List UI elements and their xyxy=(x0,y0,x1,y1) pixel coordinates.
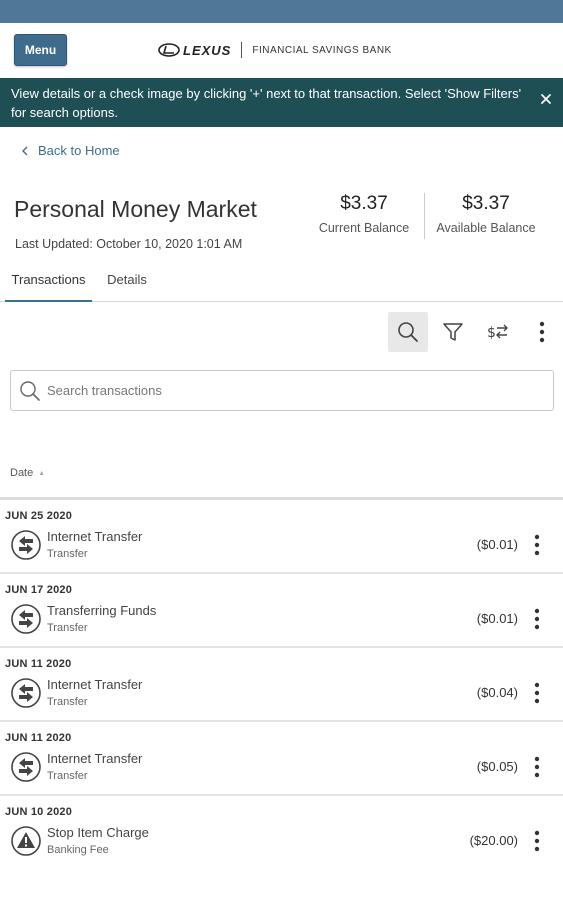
transaction-more-button[interactable] xyxy=(529,830,545,852)
svg-text:$: $ xyxy=(487,325,496,341)
transaction-more-button[interactable] xyxy=(529,534,545,556)
transaction-name: Stop Item Charge xyxy=(47,825,149,840)
account-tabs: Transactions Details xyxy=(0,268,563,302)
current-balance: $3.37 Current Balance xyxy=(310,193,418,235)
chevron-left-icon xyxy=(22,146,28,155)
transaction-date: JUN 10 2020 xyxy=(5,806,73,818)
transaction-date: JUN 11 2020 xyxy=(5,732,72,744)
current-balance-amount: $3.37 xyxy=(340,193,388,214)
brand: LEXUS FINANCIAL SAVINGS BANK xyxy=(158,40,392,60)
transaction-amount: ($0.05) xyxy=(476,759,518,774)
current-balance-label: Current Balance xyxy=(318,221,410,235)
back-to-home-link[interactable]: Back to Home xyxy=(20,143,120,158)
banner-message: View details or a check image by clickin… xyxy=(11,86,522,120)
lexus-emblem-icon xyxy=(158,43,180,57)
top-status-bar xyxy=(0,0,563,23)
transaction-type: Transfer xyxy=(47,696,88,708)
dollar-exchange-icon: $ xyxy=(487,324,508,341)
transaction-date: JUN 17 2020 xyxy=(5,584,73,596)
balance-divider xyxy=(424,193,425,239)
more-options-button[interactable] xyxy=(522,312,562,352)
filter-button[interactable] xyxy=(433,312,473,352)
date-column-label: Date xyxy=(10,467,34,479)
more-vertical-icon xyxy=(539,321,545,343)
transaction-type: Transfer xyxy=(47,548,88,560)
more-vertical-icon xyxy=(534,830,540,852)
transaction-row[interactable]: JUN 10 2020 Stop Item Charge Banking Fee… xyxy=(0,796,563,870)
transaction-name: Internet Transfer xyxy=(47,677,143,692)
close-icon[interactable] xyxy=(539,92,553,106)
more-vertical-icon xyxy=(534,534,540,556)
brand-bank-name: FINANCIAL SAVINGS BANK xyxy=(252,44,392,56)
search-field-icon xyxy=(20,380,40,401)
tab-transactions[interactable]: Transactions xyxy=(5,268,92,302)
available-balance-label: Available Balance xyxy=(436,221,536,235)
search-icon xyxy=(398,322,418,342)
account-title: Personal Money Market xyxy=(14,196,257,222)
brand-divider xyxy=(241,42,243,58)
transaction-row[interactable]: JUN 17 2020 Transferring Funds Transfer … xyxy=(0,574,563,648)
sort-indicator-icon: ▲ xyxy=(38,469,46,477)
more-vertical-icon xyxy=(534,756,540,778)
transaction-row[interactable]: JUN 25 2020 Internet Transfer Transfer (… xyxy=(0,500,563,574)
transfer-icon xyxy=(11,604,41,634)
search-toggle-button[interactable] xyxy=(388,312,428,352)
available-balance: $3.37 Available Balance xyxy=(430,193,542,235)
app-header: Menu LEXUS FINANCIAL SAVINGS BANK xyxy=(0,23,563,78)
transaction-name: Transferring Funds xyxy=(47,603,157,618)
transaction-more-button[interactable] xyxy=(529,682,545,704)
more-vertical-icon xyxy=(534,682,540,704)
transaction-amount: ($0.04) xyxy=(476,685,518,700)
currency-exchange-button[interactable]: $ xyxy=(478,312,518,352)
transfer-icon xyxy=(11,752,41,782)
available-balance-amount: $3.37 xyxy=(462,193,510,214)
lexus-logo: LEXUS xyxy=(158,43,231,58)
transaction-amount: ($20.00) xyxy=(469,833,518,848)
date-column-header[interactable]: Date ▲ xyxy=(10,467,45,479)
more-vertical-icon xyxy=(534,608,540,630)
transaction-name: Internet Transfer xyxy=(47,529,143,544)
last-updated: Last Updated: October 10, 2020 1:01 AM xyxy=(15,237,243,251)
info-banner: View details or a check image by clickin… xyxy=(0,78,563,127)
transaction-amount: ($0.01) xyxy=(476,611,518,626)
search-input[interactable] xyxy=(47,383,527,398)
brand-logo-text: LEXUS xyxy=(183,42,232,58)
transaction-row[interactable]: JUN 11 2020 Internet Transfer Transfer (… xyxy=(0,648,563,722)
transaction-date: JUN 11 2020 xyxy=(5,658,72,670)
search-box xyxy=(10,370,554,411)
back-to-home-label: Back to Home xyxy=(38,143,120,158)
filter-icon xyxy=(443,323,463,341)
transaction-type: Transfer xyxy=(47,622,88,634)
warning-icon xyxy=(11,826,41,856)
transaction-row[interactable]: JUN 11 2020 Internet Transfer Transfer (… xyxy=(0,722,563,796)
transaction-name: Internet Transfer xyxy=(47,751,143,766)
transaction-type: Transfer xyxy=(47,770,88,782)
transaction-more-button[interactable] xyxy=(529,608,545,630)
transaction-date: JUN 25 2020 xyxy=(5,510,73,522)
transaction-type: Banking Fee xyxy=(47,844,109,856)
transfer-icon xyxy=(11,678,41,708)
transaction-more-button[interactable] xyxy=(529,756,545,778)
transaction-list: JUN 25 2020 Internet Transfer Transfer (… xyxy=(0,500,563,870)
tab-details[interactable]: Details xyxy=(100,268,154,302)
transfer-icon xyxy=(11,530,41,560)
menu-button[interactable]: Menu xyxy=(14,34,67,66)
transaction-amount: ($0.01) xyxy=(476,537,518,552)
